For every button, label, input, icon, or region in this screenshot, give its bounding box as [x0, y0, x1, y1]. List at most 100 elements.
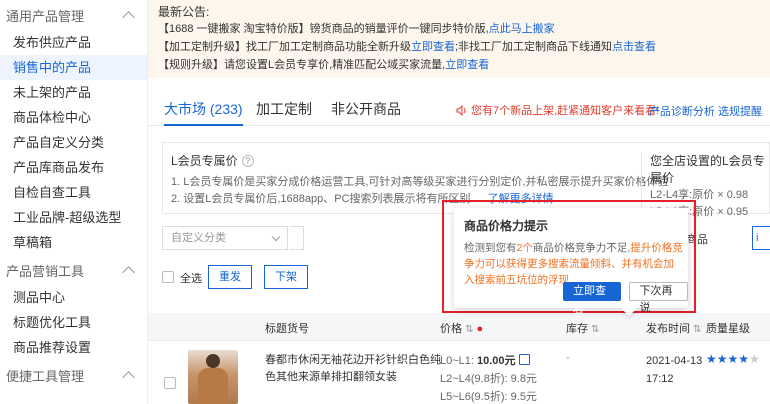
sidebar-item-not-listed[interactable]: 未上架的产品 — [0, 80, 147, 105]
message-text: 您有7个新品上架,赶紧通知客户来看看! — [471, 105, 660, 117]
category-select[interactable]: 自定义分类 — [162, 226, 288, 250]
chevron-up-icon[interactable] — [122, 265, 135, 279]
sort-icon[interactable]: ⇅ — [591, 324, 599, 335]
sidebar-group-marketing[interactable]: 产品营销工具 — [0, 255, 147, 285]
sidebar-item-drafts[interactable]: 草稿箱 — [0, 230, 147, 255]
l-member-desc-1: 1. L会员专属价是买家分成价格运营工具,可针对高等级买家进行分别定价,并私密展… — [171, 176, 669, 188]
sort-icon[interactable]: ⇅ — [465, 324, 473, 335]
diagnosis-links[interactable]: 产品诊断分析 选规提醒 — [649, 103, 762, 119]
notice-text: 【加工定制升级】找工厂加工定制商品功能全新升级 — [158, 41, 411, 53]
star-icon: ★ — [706, 352, 717, 366]
tier-label: L5~L6(9.5折): — [440, 391, 508, 403]
notice-text: 【1688 一键搬家 淘宝特价版】镑货商品的销量评价一键同步特价版, — [158, 23, 489, 35]
col-quality: 质量星级 — [706, 323, 750, 335]
sidebar-item-recommend[interactable]: 商品推荐设置 — [0, 335, 147, 360]
chevron-down-icon — [271, 232, 281, 242]
star-icon: ★ — [749, 352, 760, 366]
speaker-icon — [456, 104, 466, 116]
notice-link-move[interactable]: 点此马上搬家 — [489, 23, 555, 35]
notice-panel: 最新公告: 【1688 一键搬家 淘宝特价版】镑货商品的销量评价一键同步特价版,… — [148, 0, 770, 78]
edit-icon[interactable] — [518, 354, 530, 365]
notice-link-click[interactable]: 点击查看 — [612, 41, 656, 53]
sidebar-item-library-publish[interactable]: 产品库商品发布 — [0, 155, 147, 180]
popup-buttons: 立即查看 下次再说 — [563, 282, 688, 316]
tab-market[interactable]: 大市场 (233) — [164, 96, 243, 126]
alert-dot-icon: ● — [476, 323, 484, 335]
tier-label: L0~L1: — [440, 355, 474, 367]
sidebar-group-title: 通用产品管理 — [6, 8, 85, 24]
sidebar-item-custom-category[interactable]: 产品自定义分类 — [0, 130, 147, 155]
sidebar-group-title: 产品营销工具 — [6, 263, 85, 279]
tier-value: 9.8元 — [510, 373, 537, 385]
popup-text-a: 检测到您有 — [464, 242, 517, 254]
quality-stars: ★★★★★ — [706, 352, 760, 366]
popup-title: 商品价格力提示 — [464, 219, 549, 233]
sidebar-item-publish-supply[interactable]: 发布供应产品 — [0, 30, 147, 55]
table-header: 标题货号 价格 ⇅ ● 库存 ⇅ 发布时间 ⇅ 质量星级 — [148, 313, 770, 341]
notice-text: 【规则升级】请您设置L会员专享价,精准匹配公域买家流量, — [158, 59, 446, 71]
tab-custom[interactable]: 加工定制 — [256, 96, 312, 126]
summary-title: 您全店设置的L会员专属价 — [650, 154, 765, 185]
tab-bar: 大市场 (233) 加工定制 非公开商品 您有7个新品上架,赶紧通知客户来看看!… — [148, 96, 770, 126]
select-all-label: 全选 — [180, 273, 202, 285]
notice-link-view-rules[interactable]: 立即查看 — [445, 59, 489, 71]
chevron-up-icon[interactable] — [122, 370, 135, 384]
chevron-up-icon[interactable] — [122, 10, 135, 24]
tier-value: 9.5元 — [510, 391, 537, 403]
view-now-button[interactable]: 立即查看 — [563, 282, 621, 316]
product-thumbnail[interactable] — [188, 350, 238, 404]
price-tier-l2: L2~L4(9.8折): 9.8元 — [440, 370, 537, 388]
sidebar-item-test-center[interactable]: 测品中心 — [0, 285, 147, 310]
offline-button[interactable]: 下架 — [264, 265, 308, 289]
tier-label: L2~L4(9.8折): — [440, 373, 508, 385]
price-tiers: L0~L1: 10.00元 L2~L4(9.8折): 9.8元 L5~L6(9.… — [440, 352, 537, 404]
secondary-select[interactable] — [290, 226, 304, 250]
notice-line: 【规则升级】请您设置L会员专享价,精准匹配公域买家流量,立即查看 — [158, 56, 760, 74]
col-title: 标题货号 — [265, 323, 309, 335]
sidebar-group-title: 便捷工具管理 — [6, 368, 85, 384]
later-button[interactable]: 下次再说 — [628, 282, 688, 314]
publish-time: 2021-04-13 17:12 — [646, 355, 703, 385]
popup-count: 2个 — [516, 242, 533, 254]
republish-button[interactable]: 重发 — [208, 265, 252, 289]
notice-title: 最新公告: — [158, 5, 210, 19]
tab-nonpublic[interactable]: 非公开商品 — [331, 96, 401, 126]
star-icon: ★ — [716, 352, 728, 366]
sort-icon[interactable]: ⇅ — [693, 324, 701, 335]
notice-line: 【加工定制升级】找工厂加工定制商品功能全新升级立即查看;非找工厂加工定制商品下线… — [158, 38, 760, 56]
select-all-checkbox[interactable] — [162, 271, 174, 283]
price-tier-l0: L0~L1: 10.00元 — [440, 352, 537, 370]
sidebar-item-checkup-center[interactable]: 商品体检中心 — [0, 105, 147, 130]
table-row: 春都市休闲无袖花边开衫针织白色纯色其他来源单排扣翻领女装 L0~L1: 10.0… — [148, 342, 770, 404]
notice-text: ;非找工厂加工定制商品下线通知 — [455, 41, 613, 53]
price-power-popup: 商品价格力提示 检测到您有2个商品价格竞争力不足,提升价格竞争力可以获得更多搜索… — [454, 208, 688, 317]
l-member-title: L会员专属价 — [171, 154, 238, 168]
col-stock[interactable]: 库存 ⇅ — [566, 320, 599, 336]
l-member-title-wrap: L会员专属价 ? — [171, 152, 254, 169]
col-price-label: 价格 — [440, 323, 462, 335]
star-icon: ★ — [727, 352, 739, 366]
tier-value: 10.00元 — [477, 355, 516, 367]
popup-text-b: 商品价格竞争力不足, — [532, 242, 631, 254]
sidebar-item-super-selection[interactable]: 工业品牌-超级选型 — [0, 205, 147, 230]
sidebar-group-product-management[interactable]: 通用产品管理 — [0, 0, 147, 30]
price-tier-l5: L5~L6(9.5折): 9.5元 — [440, 388, 537, 404]
col-time-label: 发布时间 — [646, 323, 690, 335]
col-time[interactable]: 发布时间 ⇅ — [646, 320, 701, 336]
main-content: 最新公告: 【1688 一键搬家 淘宝特价版】镑货商品的销量评价一键同步特价版,… — [148, 0, 770, 404]
notice-link-view[interactable]: 立即查看 — [411, 41, 455, 53]
sidebar-item-self-check[interactable]: 自检自查工具 — [0, 180, 147, 205]
product-name[interactable]: 春都市休闲无袖花边开衫针织白色纯色其他来源单排扣翻领女装 — [265, 352, 445, 386]
notice-line: 【1688 一键搬家 淘宝特价版】镑货商品的销量评价一键同步特价版,点此马上搬家 — [158, 20, 760, 38]
row-checkbox[interactable] — [164, 377, 176, 389]
new-product-message[interactable]: 您有7个新品上架,赶紧通知客户来看看! — [456, 102, 659, 118]
star-icon: ★ — [738, 352, 750, 366]
select-placeholder: 自定义分类 — [171, 232, 226, 244]
edge-button[interactable]: i — [752, 226, 770, 250]
question-icon[interactable]: ? — [241, 154, 254, 167]
sidebar-item-on-sale[interactable]: 销售中的产品 — [0, 55, 147, 80]
col-price[interactable]: 价格 ⇅ ● — [440, 320, 483, 336]
col-stock-label: 库存 — [566, 323, 588, 335]
sidebar-item-title-optimize[interactable]: 标题优化工具 — [0, 310, 147, 335]
sidebar-group-tools[interactable]: 便捷工具管理 — [0, 360, 147, 390]
